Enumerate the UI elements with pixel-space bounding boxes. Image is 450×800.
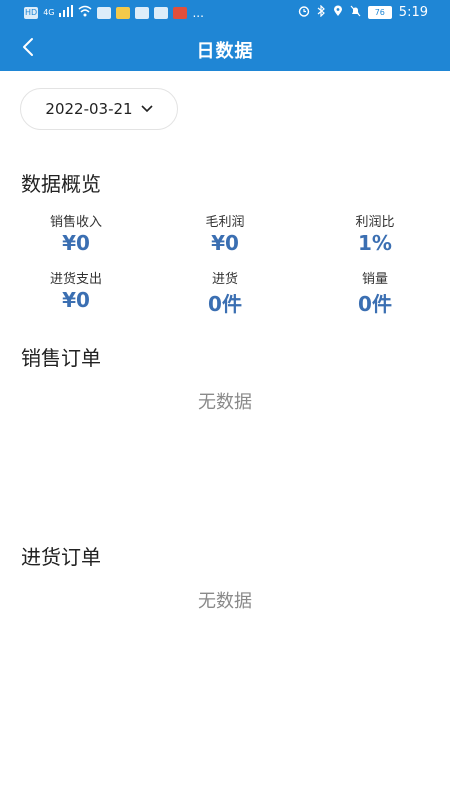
sales-orders-title: 销售订单 <box>21 346 101 370</box>
sales-orders-empty: 无数据 <box>198 392 252 413</box>
clock: 5:19 <box>398 5 428 20</box>
stat-label: 进货支出 <box>49 272 102 287</box>
signal-icon <box>59 5 74 20</box>
stat-value: 1% <box>358 231 392 255</box>
stat-purchase-count: 进货 0件 <box>160 268 290 317</box>
search-app-icon <box>154 6 169 19</box>
app-header: 日数据 <box>0 26 450 71</box>
stat-sales-volume: 销量 0件 <box>310 268 440 317</box>
mail-app-icon <box>116 6 131 19</box>
alarm-icon <box>298 5 310 20</box>
status-right-icons: 76 5:19 <box>298 4 428 20</box>
chevron-down-icon <box>141 105 153 113</box>
bluetooth-icon <box>317 4 326 20</box>
stat-purchase-expense: 进货支出 ¥0 <box>11 268 141 312</box>
stat-label: 毛利润 <box>205 215 245 230</box>
browser-app-icon <box>173 6 188 19</box>
mute-icon <box>350 5 361 20</box>
location-icon <box>333 5 343 20</box>
stat-label: 进货 <box>211 272 238 287</box>
date-selector[interactable]: 2022-03-21 <box>20 88 178 130</box>
page-title: 日数据 <box>196 41 254 62</box>
stat-value: 0件 <box>208 292 242 316</box>
status-left-icons: HD 4G ... <box>24 5 204 20</box>
more-notifications-icon: ... <box>192 5 204 20</box>
notification-app-icon <box>97 6 112 19</box>
stat-gross-profit: 毛利润 ¥0 <box>160 211 290 255</box>
stat-value: ¥0 <box>62 231 90 255</box>
stat-value: 0件 <box>358 292 392 316</box>
stat-label: 利润比 <box>355 215 395 230</box>
purchase-orders-empty: 无数据 <box>198 591 252 612</box>
stat-value: ¥0 <box>211 231 239 255</box>
overview-title: 数据概览 <box>21 172 101 196</box>
stat-label: 销售收入 <box>49 215 102 230</box>
hd-icon: HD <box>24 6 39 19</box>
stat-label: 销量 <box>361 272 388 287</box>
purchase-orders-title: 进货订单 <box>21 545 101 569</box>
network-4g-icon: 4G <box>43 8 55 17</box>
stat-sales-revenue: 销售收入 ¥0 <box>11 211 141 255</box>
battery-icon: 76 <box>367 6 392 19</box>
status-bar: HD 4G ... 76 5:19 <box>0 0 450 26</box>
stat-value: ¥0 <box>62 288 90 312</box>
wifi-icon <box>78 5 92 20</box>
date-value: 2022-03-21 <box>45 100 133 118</box>
stat-profit-ratio: 利润比 1% <box>310 211 440 255</box>
location-app-icon <box>135 6 150 19</box>
